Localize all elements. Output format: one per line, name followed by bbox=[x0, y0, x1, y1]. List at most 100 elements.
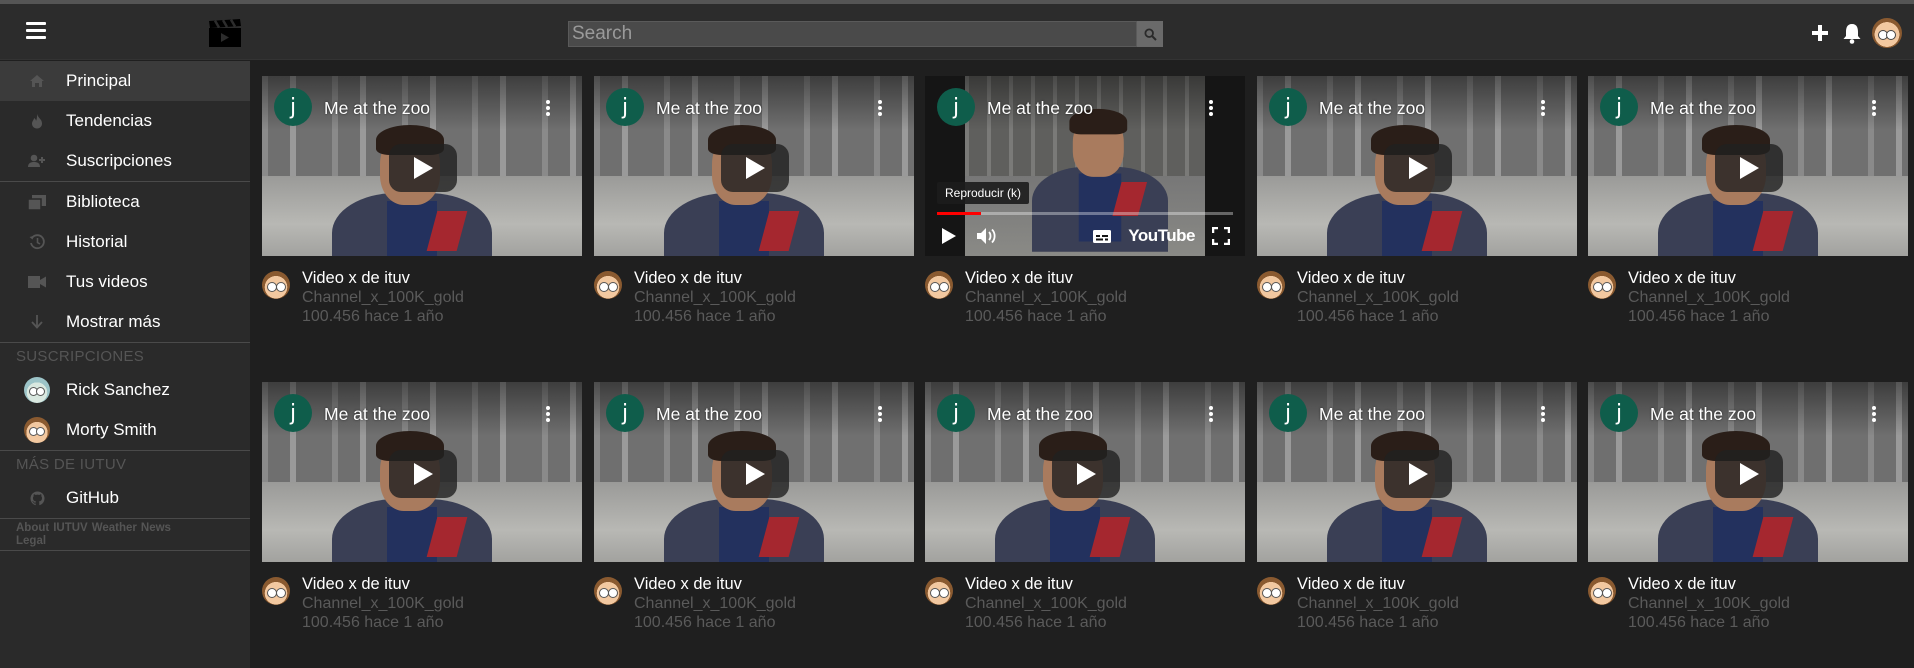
more-options-icon[interactable] bbox=[546, 406, 550, 422]
more-options-icon[interactable] bbox=[1209, 100, 1213, 116]
video-title[interactable]: Video x de ituv bbox=[1297, 575, 1459, 594]
more-options-icon[interactable] bbox=[1872, 100, 1876, 116]
embed-video-title[interactable]: Me at the zoo bbox=[324, 404, 430, 425]
embed-video-title[interactable]: Me at the zoo bbox=[656, 98, 762, 119]
video-title[interactable]: Video x de ituv bbox=[634, 269, 796, 288]
menu-icon[interactable] bbox=[26, 22, 46, 40]
embed-channel-avatar[interactable]: j bbox=[1600, 394, 1638, 432]
embed-channel-avatar[interactable]: j bbox=[1600, 88, 1638, 126]
video-title[interactable]: Video x de ituv bbox=[302, 269, 464, 288]
footer-link-iutuv[interactable]: IUTUV bbox=[53, 522, 88, 534]
youtube-logo[interactable]: YouTube bbox=[1128, 226, 1195, 246]
subtitles-icon[interactable] bbox=[1090, 224, 1114, 248]
embed-channel-avatar[interactable]: j bbox=[937, 394, 975, 432]
video-embed[interactable]: j Me at the zoo bbox=[1257, 382, 1577, 562]
channel-name[interactable]: Channel_x_100K_gold bbox=[302, 288, 464, 307]
video-embed[interactable]: j Me at the zoo bbox=[1588, 382, 1908, 562]
plus-icon[interactable] bbox=[1808, 21, 1832, 45]
avatar[interactable] bbox=[925, 577, 953, 605]
video-title[interactable]: Video x de ituv bbox=[302, 575, 464, 594]
channel-name[interactable]: Channel_x_100K_gold bbox=[965, 288, 1127, 307]
embed-video-title[interactable]: Me at the zoo bbox=[987, 404, 1093, 425]
channel-name[interactable]: Channel_x_100K_gold bbox=[1628, 288, 1790, 307]
clapperboard-logo-icon[interactable] bbox=[207, 18, 243, 48]
play-button[interactable] bbox=[1384, 450, 1452, 498]
subscription-morty-smith[interactable]: Morty Smith bbox=[0, 410, 250, 450]
avatar[interactable] bbox=[594, 271, 622, 299]
avatar[interactable] bbox=[594, 577, 622, 605]
sidebar-item-historial[interactable]: Historial bbox=[0, 222, 250, 262]
embed-video-title[interactable]: Me at the zoo bbox=[1319, 404, 1425, 425]
footer-link-weather[interactable]: Weather bbox=[92, 522, 137, 534]
video-embed[interactable]: j Me at the zoo bbox=[262, 382, 582, 562]
fullscreen-icon[interactable] bbox=[1209, 224, 1233, 248]
footer-link-legal[interactable]: Legal bbox=[16, 535, 46, 547]
play-button[interactable] bbox=[1052, 450, 1120, 498]
sidebar-item-mostrar-mas[interactable]: Mostrar más bbox=[0, 302, 250, 342]
channel-name[interactable]: Channel_x_100K_gold bbox=[965, 594, 1127, 613]
more-options-icon[interactable] bbox=[1541, 100, 1545, 116]
more-options-icon[interactable] bbox=[546, 100, 550, 116]
embed-video-title[interactable]: Me at the zoo bbox=[987, 98, 1093, 119]
video-embed[interactable]: j Me at the zoo bbox=[594, 382, 914, 562]
bell-icon[interactable] bbox=[1840, 21, 1864, 45]
embed-channel-avatar[interactable]: j bbox=[1269, 394, 1307, 432]
video-embed[interactable]: j Me at the zoo bbox=[262, 76, 582, 256]
sidebar-item-biblioteca[interactable]: Biblioteca bbox=[0, 182, 250, 222]
more-options-icon[interactable] bbox=[1872, 406, 1876, 422]
embed-channel-avatar[interactable]: j bbox=[606, 394, 644, 432]
footer-link-news[interactable]: News bbox=[141, 522, 171, 534]
play-button[interactable] bbox=[1715, 144, 1783, 192]
more-options-icon[interactable] bbox=[1209, 406, 1213, 422]
avatar[interactable] bbox=[1257, 271, 1285, 299]
video-title[interactable]: Video x de ituv bbox=[965, 575, 1127, 594]
video-embed[interactable]: j Me at the zoo bbox=[1257, 76, 1577, 256]
channel-name[interactable]: Channel_x_100K_gold bbox=[1297, 288, 1459, 307]
play-button[interactable] bbox=[721, 450, 789, 498]
sidebar-item-tus-videos[interactable]: Tus videos bbox=[0, 262, 250, 302]
embed-video-title[interactable]: Me at the zoo bbox=[1319, 98, 1425, 119]
play-button[interactable] bbox=[721, 144, 789, 192]
embed-channel-avatar[interactable]: j bbox=[1269, 88, 1307, 126]
channel-name[interactable]: Channel_x_100K_gold bbox=[1297, 594, 1459, 613]
avatar[interactable] bbox=[925, 271, 953, 299]
avatar[interactable] bbox=[262, 577, 290, 605]
avatar[interactable] bbox=[262, 271, 290, 299]
embed-channel-avatar[interactable]: j bbox=[937, 88, 975, 126]
avatar[interactable] bbox=[1588, 271, 1616, 299]
channel-name[interactable]: Channel_x_100K_gold bbox=[634, 594, 796, 613]
sidebar-item-suscripciones[interactable]: Suscripciones bbox=[0, 141, 250, 181]
play-button[interactable] bbox=[389, 450, 457, 498]
video-title[interactable]: Video x de ituv bbox=[1628, 575, 1790, 594]
video-title[interactable]: Video x de ituv bbox=[965, 269, 1127, 288]
play-icon[interactable] bbox=[937, 224, 961, 248]
channel-name[interactable]: Channel_x_100K_gold bbox=[302, 594, 464, 613]
more-options-icon[interactable] bbox=[1541, 406, 1545, 422]
video-title[interactable]: Video x de ituv bbox=[634, 575, 796, 594]
embed-video-title[interactable]: Me at the zoo bbox=[1650, 404, 1756, 425]
search-input[interactable] bbox=[568, 21, 1137, 47]
avatar[interactable] bbox=[1588, 577, 1616, 605]
more-options-icon[interactable] bbox=[878, 406, 882, 422]
sidebar-item-tendencias[interactable]: Tendencias bbox=[0, 101, 250, 141]
user-avatar[interactable] bbox=[1872, 18, 1902, 48]
embed-video-title[interactable]: Me at the zoo bbox=[656, 404, 762, 425]
search-button[interactable] bbox=[1137, 21, 1163, 47]
embed-channel-avatar[interactable]: j bbox=[274, 394, 312, 432]
subscription-rick-sanchez[interactable]: Rick Sanchez bbox=[0, 370, 250, 410]
play-button[interactable] bbox=[1384, 144, 1452, 192]
play-button[interactable] bbox=[389, 144, 457, 192]
more-options-icon[interactable] bbox=[878, 100, 882, 116]
sidebar-item-github[interactable]: GitHub bbox=[0, 478, 250, 518]
embed-channel-avatar[interactable]: j bbox=[274, 88, 312, 126]
embed-video-title[interactable]: Me at the zoo bbox=[1650, 98, 1756, 119]
channel-name[interactable]: Channel_x_100K_gold bbox=[634, 288, 796, 307]
video-embed[interactable]: j Me at the zoo bbox=[925, 382, 1245, 562]
video-embed[interactable]: j Me at the zoo bbox=[1588, 76, 1908, 256]
video-title[interactable]: Video x de ituv bbox=[1297, 269, 1459, 288]
play-button[interactable] bbox=[1715, 450, 1783, 498]
volume-icon[interactable] bbox=[975, 224, 999, 248]
video-embed[interactable]: j Me at the zoo Reproducir (k) YouTube bbox=[925, 76, 1245, 256]
embed-channel-avatar[interactable]: j bbox=[606, 88, 644, 126]
embed-video-title[interactable]: Me at the zoo bbox=[324, 98, 430, 119]
